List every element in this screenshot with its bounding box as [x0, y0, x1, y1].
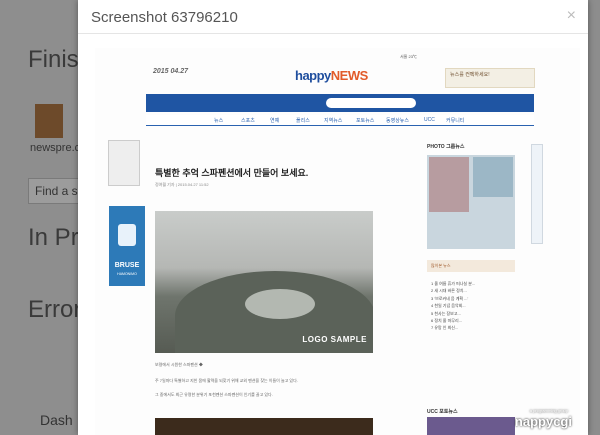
photo-news-thumb[interactable] — [473, 157, 513, 197]
tab-popular[interactable]: 많이본 뉴스 — [431, 263, 451, 269]
site-logo[interactable]: happyNEWS — [295, 68, 368, 83]
background-heading-finish: Finis — [28, 46, 79, 73]
right-quick-menu[interactable] — [531, 144, 543, 244]
site-logo-prefix: happy — [295, 68, 331, 83]
bruse-ad[interactable]: BRUSE HAMONIMO — [109, 206, 145, 286]
right-column: PHOTO 그룹뉴스 많이본 뉴스 1 올 여름 휴가 떠나실 분... 2 새… — [427, 140, 527, 435]
photo-logo-label: LOGO SAMPLE — [302, 335, 367, 344]
list-item[interactable]: 7 유망 인 최신... — [431, 324, 475, 331]
menu-item[interactable]: 스포츠 — [241, 117, 255, 124]
menu-item[interactable]: 뉴스 — [214, 117, 223, 124]
photo-news-image[interactable] — [427, 155, 515, 249]
popular-news-list: 1 올 여름 휴가 떠나실 분... 2 새 시대 바른 정치... 3 '브로… — [431, 280, 475, 332]
background-right-strip — [588, 0, 600, 435]
cup-icon — [118, 224, 136, 246]
site-navbar — [146, 94, 534, 112]
menu-item[interactable]: 커뮤니티 — [446, 117, 464, 124]
watermark-logo: a programming group nappycgi — [514, 408, 572, 429]
screenshot-image: 2015 04.27 happyNEWS 서울 23℃ 뉴스를 컨펙하세요! 뉴… — [95, 48, 580, 435]
menu-item[interactable]: UCC — [424, 117, 435, 123]
article: 특별한 추억 스파펜션에서 만들어 보세요. 정여월 기자 | 2015.04.… — [155, 140, 425, 435]
menu-item[interactable]: 폴리스 — [296, 117, 310, 124]
watermark-tagline: a programming group — [529, 408, 568, 413]
menu-item[interactable]: 동영상뉴스 — [386, 117, 409, 124]
article-title: 특별한 추억 스파펜션에서 만들어 보세요. — [155, 168, 309, 178]
site-search-input[interactable] — [326, 98, 416, 108]
photo-news-heading: PHOTO 그룹뉴스 — [427, 144, 465, 150]
watermark-brand: nappycgi — [514, 414, 572, 429]
list-item[interactable]: 1 올 여름 휴가 떠나실 분... — [431, 280, 475, 287]
modal-title: Screenshot 63796210 — [91, 9, 238, 26]
screenshot-modal: Screenshot 63796210 × 2015 04.27 happyNE… — [78, 0, 588, 435]
bruse-ad-brand: BRUSE — [114, 262, 140, 269]
site-weather: 서울 23℃ — [400, 54, 417, 59]
list-item[interactable]: 5 천사는 장보고... — [431, 310, 475, 317]
bruse-ad-sub: HAMONIMO — [117, 272, 137, 276]
background-heading-inpr: In Pr — [28, 224, 79, 251]
article-photo: LOGO SAMPLE — [155, 211, 373, 353]
ucc-image[interactable] — [427, 417, 515, 435]
popular-news-tabs[interactable]: 많이본 뉴스 — [427, 260, 515, 272]
background-dash-label: Dash — [40, 412, 73, 428]
menu-item[interactable]: 포토뉴스 — [356, 117, 374, 124]
modal-header: Screenshot 63796210 × — [78, 0, 588, 34]
article-meta: 정여월 기자 | 2015.04.27 11:52 — [155, 182, 209, 187]
list-item[interactable]: 4 천일 기념 음악회... — [431, 302, 475, 309]
site-logo-suffix: NEWS — [330, 68, 369, 83]
ucc-heading: UCC 포토뉴스 — [427, 409, 458, 415]
modal-close-button[interactable]: × — [567, 7, 576, 25]
article-paragraph: 그 중에서도 최근 유명한 분위기 포천펜션 스파펜션이 인기를 끌고 있다. — [155, 392, 273, 397]
left-side-ad[interactable] — [108, 140, 140, 186]
menu-item[interactable]: 연예 — [270, 117, 279, 124]
menu-item[interactable]: 지역뉴스 — [324, 117, 342, 124]
list-item[interactable]: 2 새 시대 바른 정치... — [431, 287, 475, 294]
background-heading-error: Error — [28, 296, 82, 323]
list-item[interactable]: 6 정치 올 마무리... — [431, 317, 475, 324]
site-menu: 뉴스 스포츠 연예 폴리스 지역뉴스 포토뉴스 동영상뉴스 UCC 커뮤니티 — [146, 115, 534, 126]
article-paragraph: 주 7일마다 특별하고 지친 몸에 활력을 되찾기 위해 교외 펜션을 찾는 이… — [155, 378, 298, 383]
article-caption: 보령에서 시원한 스파펜션 ◆ — [155, 362, 203, 367]
photo-news-thumb[interactable] — [429, 157, 469, 212]
background-newspre-label: newspre.c — [30, 142, 81, 154]
site-top-ad[interactable]: 뉴스를 컨펙하세요! — [445, 68, 535, 88]
crater-shape — [245, 289, 315, 319]
article-photo-2 — [155, 418, 373, 435]
list-item[interactable]: 3 '브로커네 음 계획 ...' — [431, 295, 475, 302]
site-date: 2015 04.27 — [153, 68, 189, 75]
background-thumbnail — [35, 104, 63, 138]
